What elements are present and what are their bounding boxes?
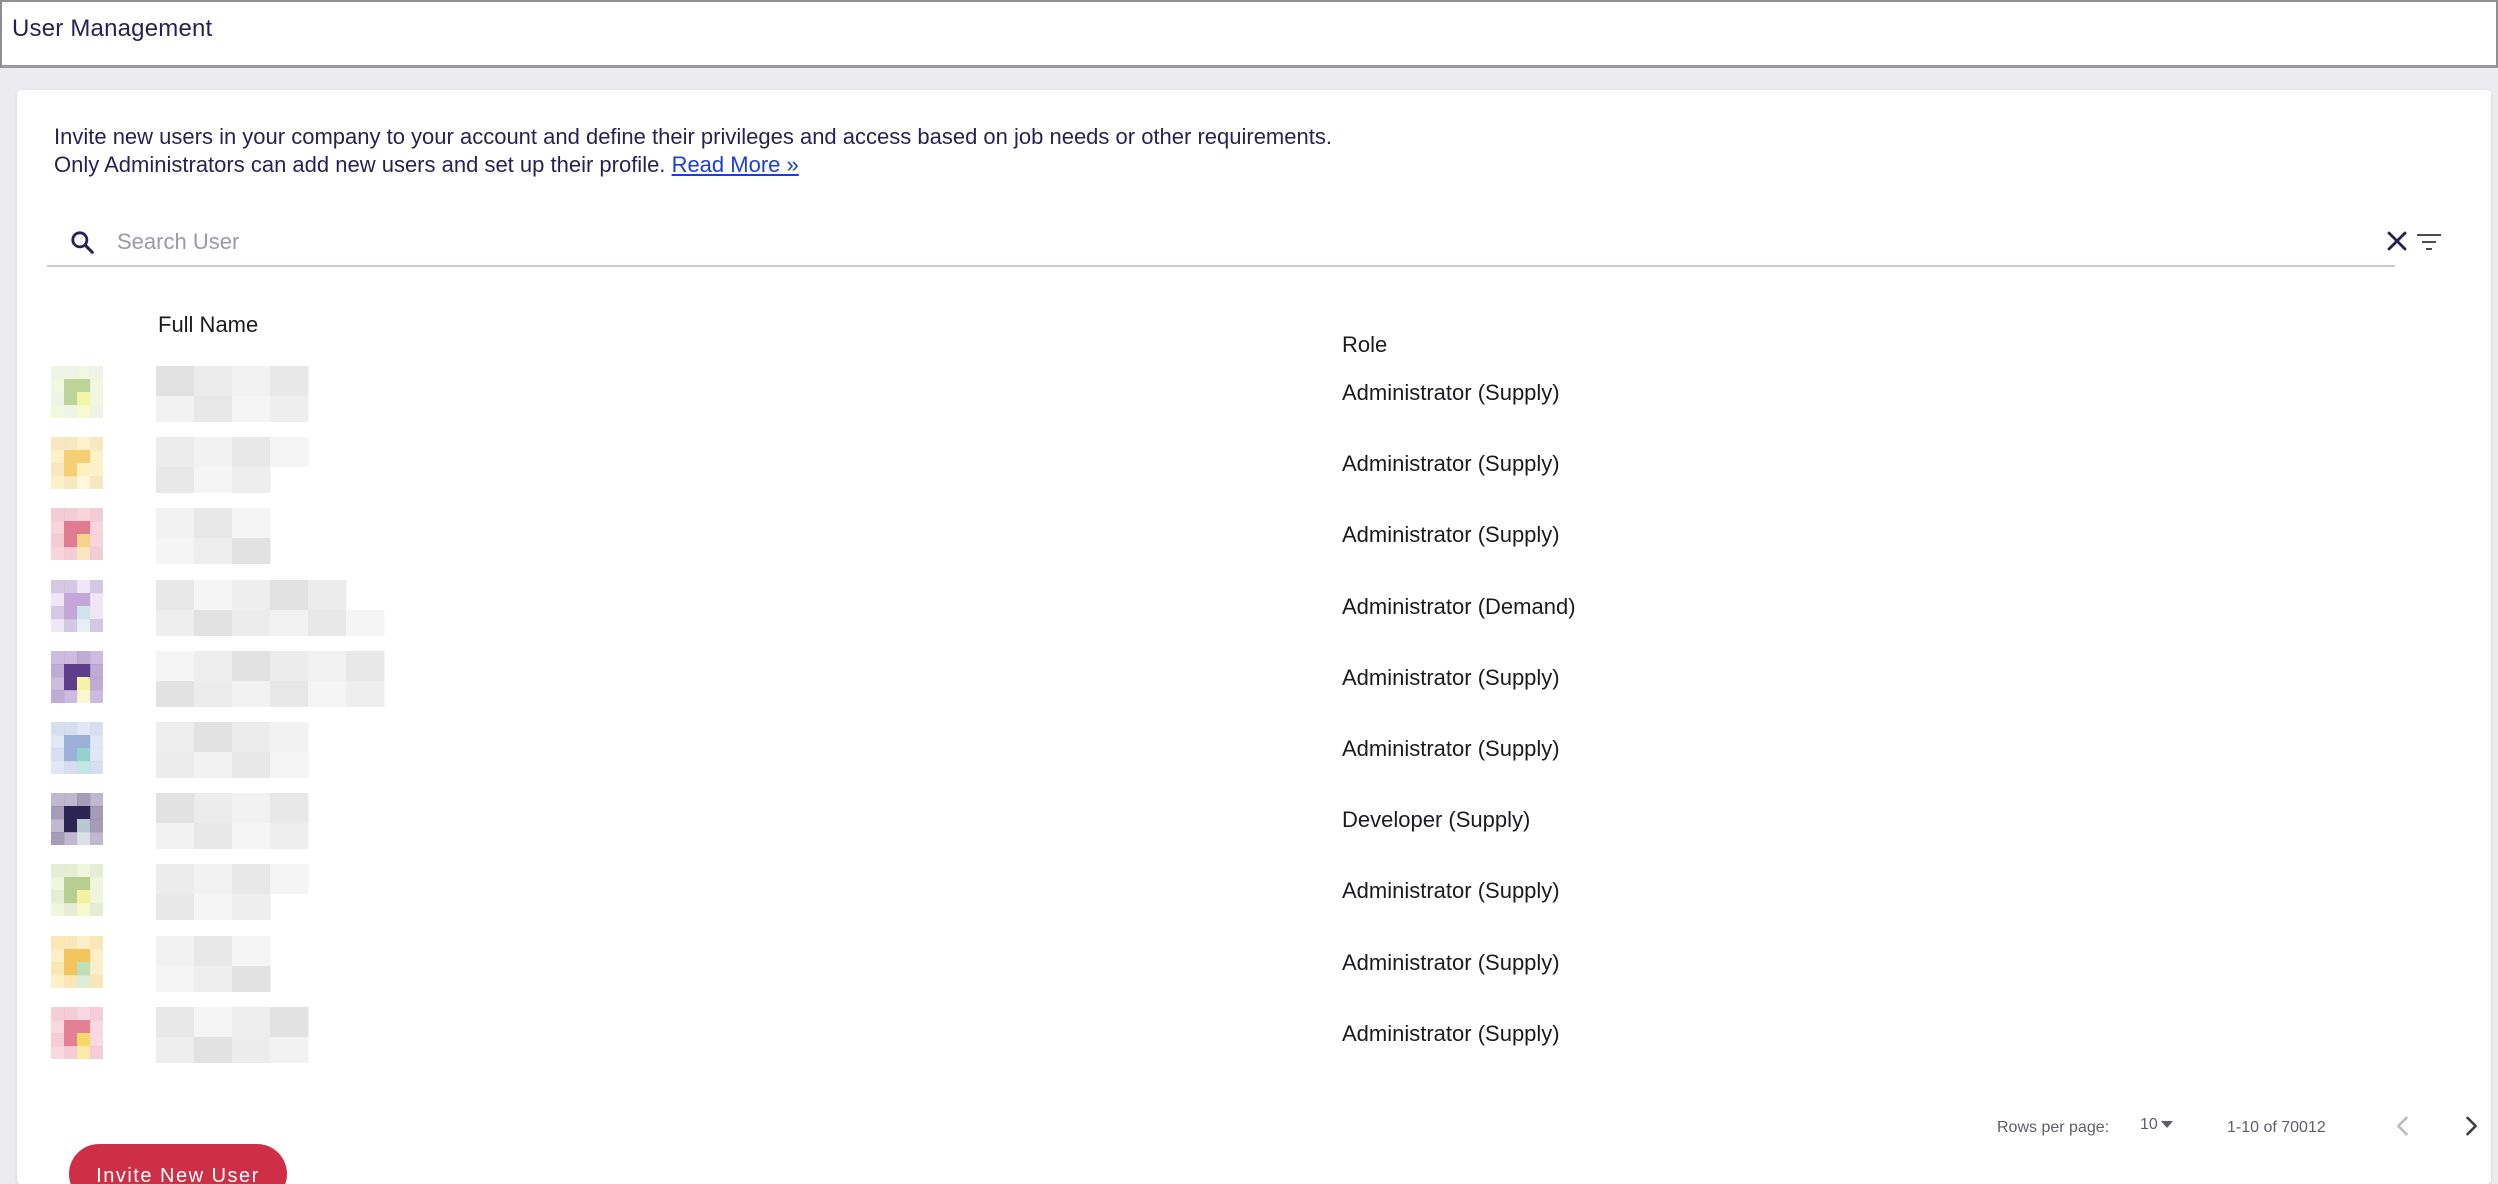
full-name-redacted xyxy=(156,722,309,778)
app-window: User Management Invite new users in your… xyxy=(0,0,2498,1184)
full-name-redacted xyxy=(156,1006,309,1063)
full-name-redacted xyxy=(156,650,385,707)
table-row[interactable]: Administrator (Supply) xyxy=(17,360,2491,431)
avatar xyxy=(51,864,103,917)
table-row[interactable]: Administrator (Supply) xyxy=(17,645,2491,716)
full-name-redacted xyxy=(156,793,309,850)
role-cell: Administrator (Supply) xyxy=(1342,1020,1560,1046)
table-row[interactable]: Administrator (Demand) xyxy=(17,574,2491,645)
intro-line-1: Invite new users in your company to your… xyxy=(54,124,1332,149)
role-cell: Administrator (Supply) xyxy=(1342,522,1560,548)
pagination-range: 1-10 of 70012 xyxy=(2227,1119,2326,1136)
avatar xyxy=(51,437,103,490)
page-title: User Management xyxy=(12,15,213,42)
avatar xyxy=(51,1006,103,1059)
avatar xyxy=(51,508,103,561)
intro-line-2-text: Only Administrators can add new users an… xyxy=(54,152,666,177)
table-row[interactable]: Administrator (Supply) xyxy=(17,1001,2491,1072)
table-header: Full Name Role xyxy=(17,312,2491,357)
chevron-right-icon[interactable] xyxy=(2457,1112,2485,1140)
full-name-redacted xyxy=(156,366,309,422)
user-management-panel: Invite new users in your company to your… xyxy=(17,90,2491,1184)
role-cell: Administrator (Supply) xyxy=(1342,736,1560,761)
search-input[interactable] xyxy=(117,225,2337,259)
role-cell: Administrator (Supply) xyxy=(1342,878,1560,904)
table-row[interactable]: Administrator (Supply) xyxy=(17,930,2491,1001)
column-header-full-name[interactable]: Full Name xyxy=(158,312,258,338)
caret-down-icon xyxy=(2160,1121,2173,1129)
role-cell: Administrator (Demand) xyxy=(1342,593,1576,619)
avatar xyxy=(51,579,103,632)
table-row[interactable]: Administrator (Supply) xyxy=(17,431,2491,502)
avatar xyxy=(51,793,103,846)
rows-per-page-label: Rows per page: xyxy=(1997,1119,2110,1136)
invite-new-user-button[interactable]: Invite New User xyxy=(69,1144,287,1184)
rows-per-page-value: 10 xyxy=(2140,1116,2158,1133)
pagination-bar: Rows per page: 10 1-10 of 70012 xyxy=(17,1090,2491,1150)
table-row[interactable]: Administrator (Supply) xyxy=(17,716,2491,787)
intro-line-2: Only Administrators can add new users an… xyxy=(54,151,1332,179)
search-bar xyxy=(47,215,2407,267)
full-name-redacted xyxy=(156,508,271,565)
full-name-redacted xyxy=(156,864,309,921)
read-more-link[interactable]: Read More » xyxy=(672,152,799,177)
role-cell: Administrator (Supply) xyxy=(1342,380,1560,405)
close-icon[interactable] xyxy=(2385,229,2409,253)
role-cell: Developer (Supply) xyxy=(1342,807,1531,833)
role-cell: Administrator (Supply) xyxy=(1342,949,1560,975)
table-row[interactable]: Administrator (Supply) xyxy=(17,858,2491,929)
role-cell: Administrator (Supply) xyxy=(1342,664,1560,690)
table-row[interactable]: Developer (Supply) xyxy=(17,787,2491,858)
table-row[interactable]: Administrator (Supply) xyxy=(17,502,2491,573)
rows-per-page-select[interactable]: 10 xyxy=(2140,1116,2173,1134)
chevron-left-icon[interactable] xyxy=(2389,1112,2417,1140)
filter-icon[interactable] xyxy=(2415,230,2443,254)
avatar xyxy=(51,650,103,703)
column-header-role[interactable]: Role xyxy=(1342,332,1387,358)
full-name-redacted xyxy=(156,579,385,636)
header-bar: User Management xyxy=(0,0,2498,68)
avatar xyxy=(51,366,103,418)
intro-text: Invite new users in your company to your… xyxy=(54,123,1332,179)
search-icon xyxy=(71,231,94,254)
full-name-redacted xyxy=(156,935,271,992)
avatar xyxy=(51,722,103,774)
full-name-redacted xyxy=(156,437,309,494)
role-cell: Administrator (Supply) xyxy=(1342,451,1560,477)
avatar xyxy=(51,935,103,988)
